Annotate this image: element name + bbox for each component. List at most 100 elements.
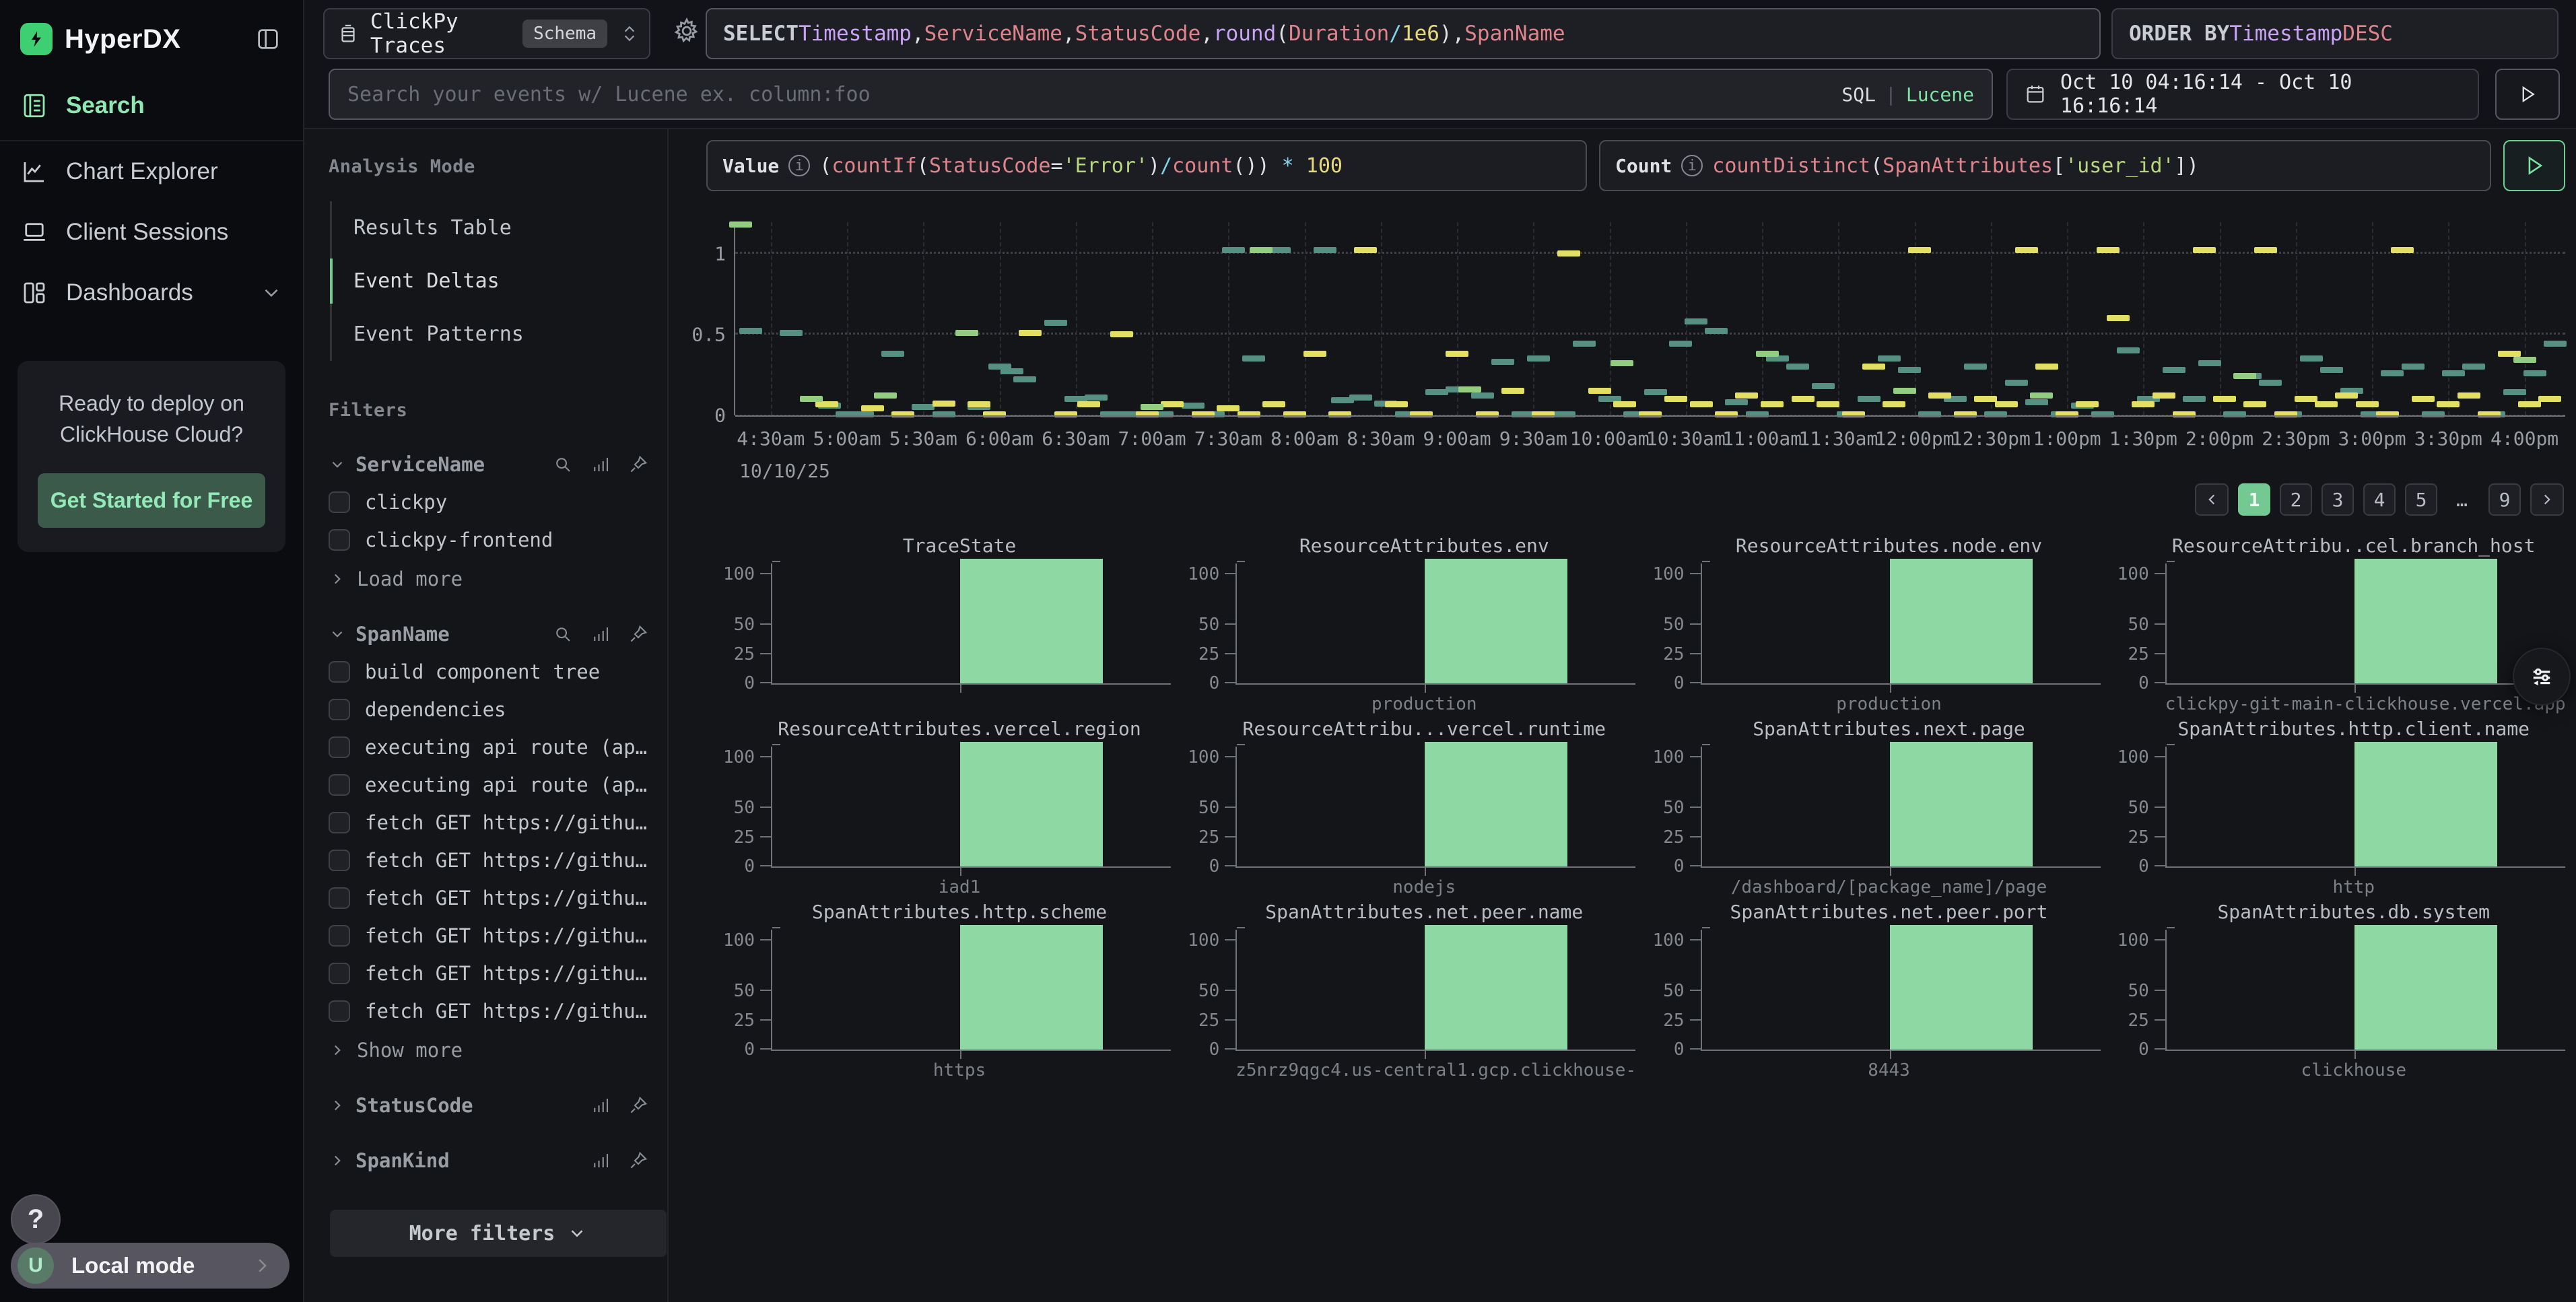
bar-chart-icon bbox=[590, 1151, 611, 1171]
pagination-page-5[interactable]: 5 bbox=[2405, 483, 2437, 516]
filter-search-button[interactable] bbox=[553, 624, 573, 644]
source-select[interactable]: ClickPy Traces Schema bbox=[323, 8, 650, 59]
pagination-page-4[interactable]: 4 bbox=[2363, 483, 2396, 516]
y-tick-label: 100 bbox=[723, 564, 755, 584]
select-sql-input[interactable]: SELECT Timestamp, ServiceName, StatusCod… bbox=[706, 8, 2101, 59]
get-started-button[interactable]: Get Started for Free bbox=[38, 473, 265, 528]
filter-checkbox[interactable] bbox=[329, 491, 350, 513]
analysis-mode-event-patterns[interactable]: Event Patterns bbox=[332, 308, 667, 361]
data-point-dash bbox=[1222, 247, 1245, 253]
collapse-sidebar-icon[interactable] bbox=[255, 26, 281, 53]
filter-checkbox[interactable] bbox=[329, 925, 350, 947]
y-tick bbox=[2155, 573, 2165, 574]
sidebar-item-chart-explorer[interactable]: Chart Explorer bbox=[0, 141, 303, 202]
pagination-page-3[interactable]: 3 bbox=[2321, 483, 2354, 516]
filter-show-more[interactable]: Show more bbox=[329, 1039, 667, 1062]
sidebar-item-dashboards[interactable]: Dashboards bbox=[0, 263, 303, 323]
chart-config-fab[interactable] bbox=[2513, 648, 2571, 706]
data-point-dash bbox=[1611, 360, 1633, 366]
filter-chart-button[interactable] bbox=[590, 1095, 611, 1116]
lucene-toggle[interactable]: Lucene bbox=[1906, 83, 1974, 106]
date-range-picker[interactable]: Oct 10 04:16:14 - Oct 10 16:16:14 bbox=[2006, 69, 2479, 120]
filter-checkbox[interactable] bbox=[329, 774, 350, 796]
sidebar-item-label: Search bbox=[66, 92, 145, 119]
data-point-dash bbox=[1842, 411, 1865, 417]
y-tick-label: 25 bbox=[1663, 1010, 1684, 1031]
x-axis-label: 1:30pm bbox=[2109, 427, 2177, 450]
attribute-chart-title: SpanAttributes.http.scheme bbox=[771, 901, 1148, 923]
data-point-dash bbox=[1573, 341, 1596, 347]
filter-pin-button[interactable] bbox=[628, 624, 648, 644]
data-point-dash bbox=[1735, 392, 1758, 399]
analysis-mode-event-deltas[interactable]: Event Deltas bbox=[332, 254, 667, 308]
attribute-chart-plot: 02550100 bbox=[2165, 930, 2542, 1050]
help-button[interactable]: ? bbox=[11, 1194, 61, 1244]
pagination-prev-button[interactable] bbox=[2195, 483, 2229, 516]
count-formula-input[interactable]: Count i countDistinct(SpanAttributes['us… bbox=[1599, 140, 2491, 191]
value-bar bbox=[2354, 925, 2497, 1050]
sql-toggle[interactable]: SQL bbox=[1841, 83, 1876, 106]
run-analysis-button[interactable] bbox=[2503, 140, 2565, 191]
sql-token: ()) bbox=[1233, 154, 1269, 178]
attribute-chart-title: ResourceAttribu...vercel.runtime bbox=[1235, 718, 1613, 740]
filter-checkbox[interactable] bbox=[329, 812, 350, 833]
sidebar-item-search[interactable]: Search bbox=[0, 75, 303, 141]
filter-pin-button[interactable] bbox=[628, 454, 648, 475]
filter-checkbox[interactable] bbox=[329, 850, 350, 871]
sidebar-item-label: Client Sessions bbox=[66, 219, 228, 246]
pagination-page-2[interactable]: 2 bbox=[2280, 483, 2312, 516]
analysis-mode-results-table[interactable]: Results Table bbox=[332, 201, 667, 254]
filter-chart-button[interactable] bbox=[590, 454, 611, 475]
x-tick bbox=[1425, 685, 1426, 693]
value-formula-input[interactable]: Value i (countIf(StatusCode='Error')/cou… bbox=[706, 140, 1587, 191]
attribute-chart-category: clickpy-git-main-clickhouse.vercel.app… bbox=[2165, 694, 2542, 714]
y-tick bbox=[760, 623, 771, 625]
filter-group-header-servicename[interactable]: ServiceName bbox=[329, 453, 667, 476]
scatter-plot[interactable]: 00.514:30am5:00am5:30am6:00am6:30am7:00a… bbox=[734, 222, 2565, 415]
y-tick-label: 0 bbox=[744, 856, 755, 877]
order-by-input[interactable]: ORDER BY Timestamp DESC bbox=[2111, 8, 2558, 59]
more-filters-button[interactable]: More filters bbox=[330, 1210, 667, 1257]
data-point-dash bbox=[1314, 247, 1336, 253]
data-point-dash bbox=[968, 401, 990, 407]
gear-icon[interactable] bbox=[672, 16, 702, 46]
filter-checkbox[interactable] bbox=[329, 1000, 350, 1022]
filter-group-name: SpanName bbox=[355, 623, 450, 646]
sidebar-item-client-sessions[interactable]: Client Sessions bbox=[0, 202, 303, 263]
attribute-chart-category: clickhouse bbox=[2165, 1060, 2542, 1081]
attribute-chart-category: https bbox=[771, 1060, 1148, 1081]
filter-pin-button[interactable] bbox=[628, 1151, 648, 1171]
filter-checkbox[interactable] bbox=[329, 887, 350, 909]
search-input[interactable]: Search your events w/ Lucene ex. column:… bbox=[329, 69, 1993, 120]
filter-checkbox[interactable] bbox=[329, 529, 350, 551]
filter-group-header-statuscode[interactable]: StatusCode bbox=[329, 1094, 667, 1117]
filter-pin-button[interactable] bbox=[628, 1095, 648, 1116]
pagination-page-1[interactable]: 1 bbox=[2238, 483, 2270, 516]
filter-checkbox[interactable] bbox=[329, 736, 350, 758]
filter-group-header-spankind[interactable]: SpanKind bbox=[329, 1149, 667, 1172]
filter-checkbox[interactable] bbox=[329, 661, 350, 683]
attribute-chart: ResourceAttributes.env02550100production bbox=[1171, 535, 1635, 718]
y-tick bbox=[2155, 623, 2165, 625]
filter-chart-button[interactable] bbox=[590, 624, 611, 644]
filter-option-label: fetch GET https://github.… bbox=[365, 887, 654, 910]
x-axis-label: 2:30pm bbox=[2262, 427, 2330, 450]
data-point-dash bbox=[1644, 389, 1667, 395]
filter-chart-button[interactable] bbox=[590, 1151, 611, 1171]
run-search-button[interactable] bbox=[2495, 69, 2560, 120]
pagination-next-button[interactable] bbox=[2530, 483, 2564, 516]
filter-load-more[interactable]: Load more bbox=[329, 568, 667, 590]
data-point-dash bbox=[2243, 401, 2266, 407]
app-logo[interactable]: HyperDX bbox=[20, 23, 180, 55]
y-tick bbox=[1225, 573, 1235, 574]
filter-group-name: SpanKind bbox=[355, 1149, 450, 1172]
filter-group-header-spanname[interactable]: SpanName bbox=[329, 623, 667, 646]
local-mode-menu[interactable]: U Local mode bbox=[11, 1243, 290, 1289]
search-icon bbox=[553, 454, 573, 475]
data-point-dash bbox=[2523, 370, 2546, 376]
filter-search-button[interactable] bbox=[553, 454, 573, 475]
filter-checkbox[interactable] bbox=[329, 699, 350, 720]
y-tick-label: 50 bbox=[2128, 798, 2148, 818]
filter-checkbox[interactable] bbox=[329, 963, 350, 984]
pagination-page-9[interactable]: 9 bbox=[2488, 483, 2521, 516]
